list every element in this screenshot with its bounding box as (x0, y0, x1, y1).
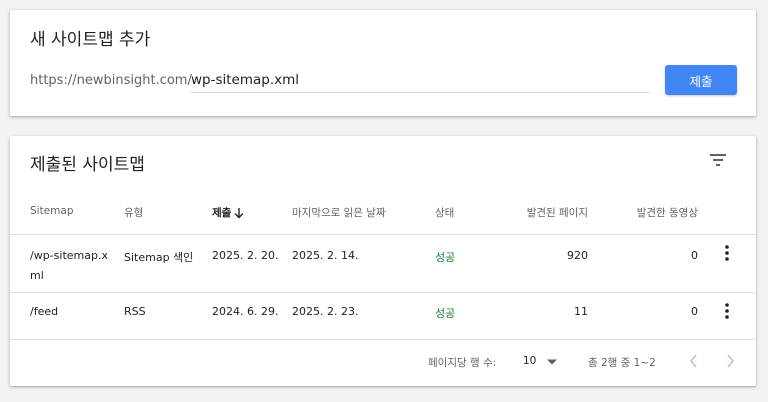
table-cell-videos: 0 (691, 249, 698, 262)
status-badge: 성공 (435, 307, 456, 320)
table-cell-last-read: 2025. 2. 23. (292, 305, 359, 318)
column-header-type[interactable]: 유형 (124, 205, 143, 220)
rows-per-page-label: 페이지당 행 수: (428, 357, 497, 369)
table-cell-type: Sitemap 색인 (124, 251, 194, 264)
table-cell-videos: 0 (691, 305, 698, 318)
table-row-sitemap[interactable]: /feed (30, 305, 58, 318)
table-cell-pages: 920 (567, 249, 588, 262)
sitemap-path-line: ml (30, 269, 44, 282)
column-header-last-read[interactable]: 마지막으로 읽은 날짜 (292, 205, 386, 220)
column-header-submitted-label: 제출 (212, 207, 232, 219)
sitemap-path-line: /wp-sitemap.x (30, 249, 108, 262)
table-row-sitemap[interactable]: /wp-sitemap.x ml (30, 246, 108, 286)
rows-per-page-select[interactable]: 10 (522, 352, 562, 370)
sitemap-url-input[interactable] (190, 68, 650, 93)
divider (10, 292, 756, 293)
add-sitemap-card: 새 사이트맵 추가 https://newbinsight.com/ 제출 (10, 10, 756, 116)
submit-button[interactable]: 제출 (665, 65, 737, 95)
rows-per-page-value: 10 (523, 355, 537, 367)
filter-icon[interactable] (708, 150, 728, 170)
divider (10, 234, 756, 235)
dropdown-arrow-icon (547, 359, 557, 365)
table-cell-last-read: 2025. 2. 14. (292, 249, 359, 262)
more-vert-icon[interactable] (718, 301, 736, 321)
column-header-pages[interactable]: 발견된 페이지 (498, 205, 588, 220)
column-header-sitemap[interactable]: Sitemap (30, 205, 74, 217)
column-header-status[interactable]: 상태 (435, 205, 454, 220)
submitted-sitemaps-title: 제출된 사이트맵 (30, 155, 145, 175)
column-header-submitted[interactable]: 제출 (212, 205, 244, 220)
divider (10, 339, 756, 340)
pagination-range: 총 2행 중 1~2 (588, 357, 656, 369)
sort-arrow-down-icon (234, 207, 244, 218)
table-cell-type: RSS (124, 305, 146, 318)
column-header-videos[interactable]: 발견한 동영상 (606, 205, 698, 220)
submitted-sitemaps-card: 제출된 사이트맵 Sitemap 유형 제출 마지막으로 읽은 날짜 상태 발견… (10, 136, 756, 386)
table-cell-submitted: 2025. 2. 20. (212, 249, 279, 262)
chevron-right-icon[interactable] (721, 351, 739, 371)
chevron-left-icon[interactable] (685, 351, 703, 371)
table-cell-submitted: 2024. 6. 29. (212, 305, 279, 318)
more-vert-icon[interactable] (718, 243, 736, 263)
status-badge: 성공 (435, 251, 456, 264)
table-cell-pages: 11 (574, 305, 588, 318)
add-sitemap-title: 새 사이트맵 추가 (30, 30, 151, 50)
url-prefix: https://newbinsight.com/ (30, 73, 192, 88)
